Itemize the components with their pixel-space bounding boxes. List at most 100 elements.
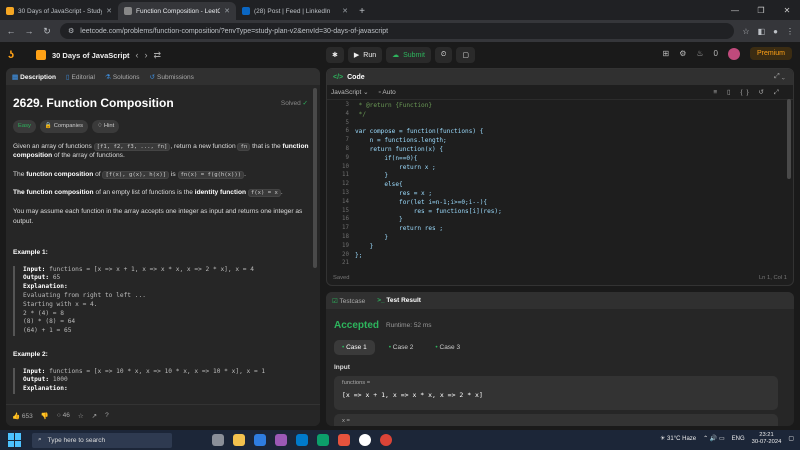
language-indicator[interactable]: ENG	[732, 436, 745, 442]
maximize-icon[interactable]: ❐	[748, 0, 774, 20]
taskbar-search[interactable]: ⌕ Type here to search	[32, 432, 172, 448]
run-button[interactable]: ▶ Run	[347, 47, 383, 63]
browser-tab-active[interactable]: Function Composition - LeetCod ✕	[118, 2, 236, 20]
forward-icon[interactable]: →	[24, 26, 34, 36]
timer-button[interactable]: ⏲	[434, 47, 453, 63]
chrome-icon[interactable]	[380, 434, 392, 446]
check-circle-icon: ✓	[302, 100, 308, 107]
edge-icon[interactable]	[317, 434, 329, 446]
extensions-icon[interactable]: ◧	[758, 27, 766, 36]
notifications-icon[interactable]: ▢	[788, 435, 794, 442]
browser-tab-bar: 30 Days of JavaScript - Study Pl ✕ Funct…	[0, 0, 800, 20]
browser-tab[interactable]: (28) Post | Feed | LinkedIn ✕	[236, 2, 354, 20]
browser-tab[interactable]: 30 Days of JavaScript - Study Pl ✕	[0, 2, 118, 20]
avatar[interactable]	[727, 47, 740, 60]
tray-icons[interactable]: ⌃ 🔊 ▭	[703, 435, 725, 442]
submit-button[interactable]: ☁ Submit	[386, 47, 431, 63]
tab-editorial[interactable]: ▯ Editorial	[66, 73, 95, 81]
tab-description[interactable]: ▤ Description	[12, 73, 56, 81]
notes-button[interactable]: ▢	[456, 47, 475, 63]
book-icon: ▯	[65, 73, 70, 81]
weather-widget[interactable]: ☀ 31°C Haze	[660, 435, 696, 442]
clock[interactable]: 23:21 30-07-2024	[752, 432, 782, 446]
lock-icon: ▫	[378, 88, 381, 96]
back-icon[interactable]: ←	[6, 26, 16, 36]
app-icon[interactable]	[338, 434, 350, 446]
example-line: Evaluating from right to left ...	[23, 292, 146, 299]
line-number: 3	[345, 102, 350, 108]
code-editor[interactable]: 3 * @return {Function} 4 */ 5 6 var compose …	[327, 100, 793, 270]
solved-status: Solved ✓	[280, 100, 308, 107]
tab-testcase[interactable]: ☑ Testcase	[332, 297, 365, 305]
dislike-icon[interactable]: 👎	[41, 412, 49, 420]
close-tab-icon[interactable]: ✕	[342, 7, 348, 15]
editor-scrollbar[interactable]	[787, 99, 791, 179]
problem-title[interactable]: 2629. Function Composition	[13, 95, 313, 112]
auto-toggle[interactable]: ▫ Auto	[379, 89, 396, 96]
minimize-icon[interactable]: —	[722, 0, 748, 20]
line-number: 8	[345, 146, 350, 152]
companies-button[interactable]: 🔒 Companies	[39, 120, 89, 133]
close-tab-icon[interactable]: ✕	[106, 7, 112, 15]
lock-icon: 🔒	[44, 123, 53, 130]
code-line: return x ;	[355, 163, 436, 171]
comments-button[interactable]: ○ 46	[57, 412, 70, 419]
address-bar-row: ← → ↻ ⚙ leetcode.com/problems/function-c…	[0, 20, 800, 42]
windows-start-icon[interactable]	[8, 433, 22, 447]
case-tab-1[interactable]: • Case 1	[334, 340, 375, 355]
prev-problem-icon[interactable]: ‹	[136, 50, 139, 60]
study-plan-nav: 30 Days of JavaScript ‹ › ⇄	[36, 50, 161, 61]
settings-icon[interactable]: ⚙	[679, 49, 686, 58]
app-icon[interactable]	[275, 434, 287, 446]
profile-icon[interactable]: ●	[773, 27, 778, 36]
code-line: res = functions[i](res);	[355, 207, 502, 215]
bulb-icon: ♢	[97, 123, 103, 130]
tab-submissions[interactable]: ↺ Submissions	[150, 73, 194, 81]
code-toolbar: JavaScript ⌄ ▫ Auto ≡ ▯ {} ↺ ⤢	[327, 85, 793, 100]
case-tab-2[interactable]: • Case 2	[381, 340, 422, 355]
hint-button[interactable]: ♢ Hint	[92, 120, 120, 133]
close-window-icon[interactable]: ✕	[774, 0, 800, 20]
line-number: 5	[345, 119, 350, 126]
tab-solutions[interactable]: ⚗ Solutions	[105, 73, 140, 81]
problem-paragraph-2: The function composition of [f(x), g(x),…	[13, 170, 246, 179]
url-field[interactable]: ⚙ leetcode.com/problems/function-composi…	[60, 23, 735, 39]
new-tab-button[interactable]: +	[354, 2, 370, 20]
favorite-icon[interactable]: ☆	[78, 412, 84, 420]
line-number: 11	[342, 172, 349, 179]
share-icon[interactable]: ↗	[92, 412, 97, 420]
vscode-icon[interactable]	[296, 434, 308, 446]
expand-icon[interactable]: ⤢ ⌄	[774, 73, 785, 81]
case-tab-3[interactable]: • Case 3	[427, 340, 468, 355]
close-tab-icon[interactable]: ✕	[224, 7, 230, 15]
next-problem-icon[interactable]: ›	[145, 50, 148, 60]
file-explorer-icon[interactable]	[233, 434, 245, 446]
tab-test-result[interactable]: >_ Test Result	[377, 297, 421, 304]
menu-icon[interactable]: ⋮	[786, 27, 794, 36]
search-icon: ⌕	[38, 436, 42, 443]
help-icon[interactable]: ?	[105, 412, 109, 419]
leetcode-logo-icon[interactable]: ʖ	[8, 49, 20, 61]
layout-icon[interactable]: ⊞	[662, 49, 669, 58]
language-select[interactable]: JavaScript ⌄	[331, 88, 369, 96]
github-icon[interactable]	[359, 434, 371, 446]
run-controls: ✱ ▶ Run ☁ Submit ⏲ ▢	[326, 47, 475, 63]
example-line: Explanation:	[23, 283, 68, 291]
star-icon[interactable]: ☆	[742, 27, 749, 36]
note-icon: ▢	[462, 52, 469, 59]
description-panel: ▤ Description ▯ Editorial ⚗ Solutions ↺ Subm…	[6, 68, 320, 426]
example-2-heading: Example 2:	[13, 350, 48, 358]
debug-button[interactable]: ✱	[326, 47, 344, 63]
shuffle-icon[interactable]: ⇄	[154, 50, 162, 61]
like-button[interactable]: 👍 653	[12, 412, 33, 420]
study-plan-title[interactable]: 30 Days of JavaScript	[52, 51, 130, 60]
code-panel: </> Code ⤢ ⌄ JavaScript ⌄ ▫ Auto ≡ ▯ {} …	[326, 68, 794, 286]
premium-button[interactable]: Premium	[749, 47, 792, 60]
fire-icon[interactable]: ♨	[696, 49, 703, 58]
reload-icon[interactable]: ↻	[42, 26, 52, 37]
task-view-icon[interactable]	[212, 434, 224, 446]
description-scrollbar[interactable]	[313, 88, 317, 268]
editor-actions-icon[interactable]: ≡ ▯ {} ↺ ⤢	[713, 88, 783, 97]
site-info-icon[interactable]: ⚙	[68, 27, 74, 35]
mail-icon[interactable]	[254, 434, 266, 446]
